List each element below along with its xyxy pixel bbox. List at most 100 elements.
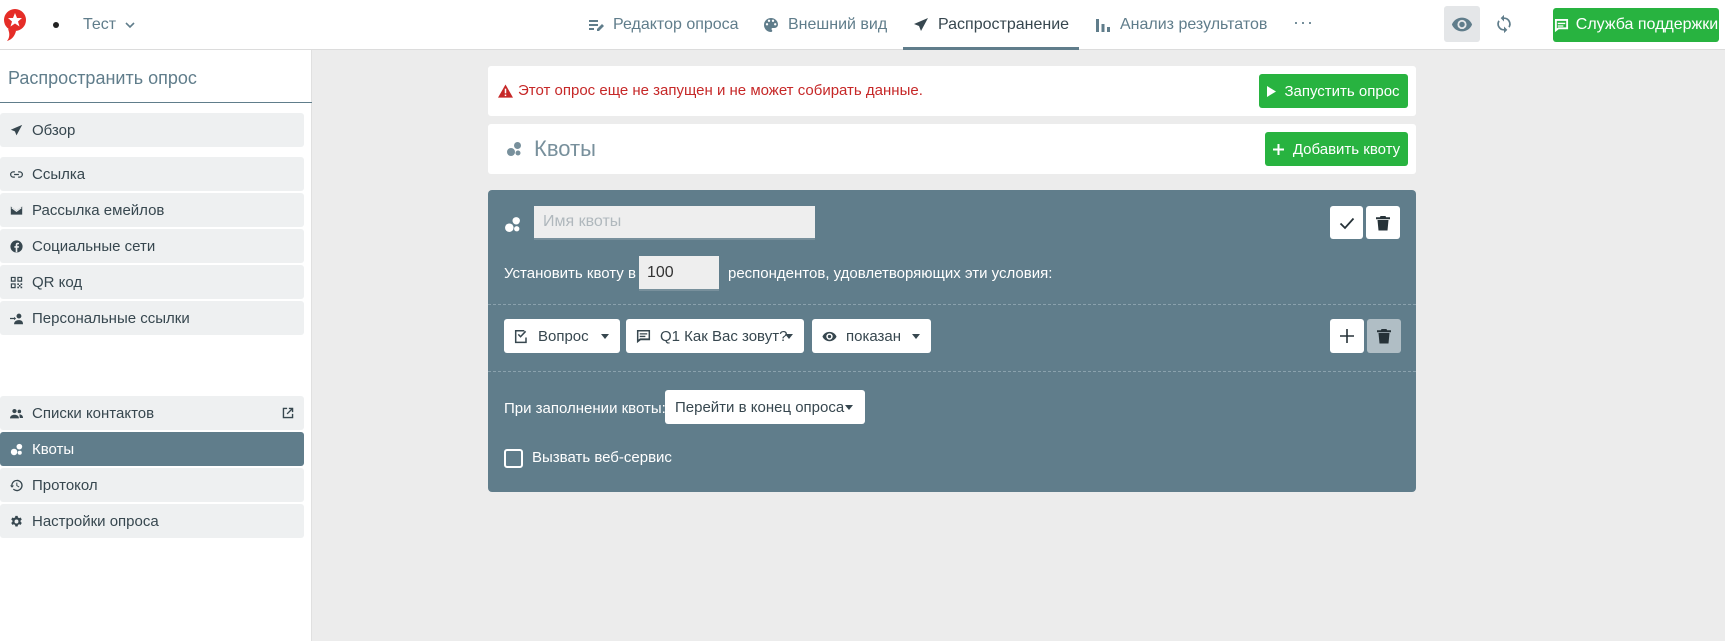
alert-text: Этот опрос еще не запущен и не может соб… (518, 82, 923, 99)
preview-button[interactable] (1444, 6, 1480, 42)
sidebar-item-label: Квоты (32, 440, 75, 458)
project-selector[interactable]: Тест (83, 15, 136, 35)
more-menu-button[interactable]: ··· (1293, 12, 1314, 33)
page-title: Квоты (534, 136, 596, 161)
envelope-icon (10, 205, 23, 215)
plus-icon (1272, 143, 1284, 155)
on-fill-action-label: Перейти в конец опроса (675, 398, 845, 416)
chat-icon (1554, 18, 1568, 32)
condition-state-label: показан (846, 327, 902, 345)
condition-type-select[interactable]: Вопрос (504, 319, 620, 353)
project-name: Тест (83, 16, 117, 33)
set-quota-label: Установить квоту в (504, 265, 636, 282)
caret-down-icon (845, 405, 853, 410)
eye-icon (822, 331, 837, 341)
sidebar-item-label: Персональные ссылки (32, 309, 190, 327)
bar-chart-icon (1096, 19, 1110, 32)
question-checklist-icon (514, 329, 527, 343)
on-fill-action-select[interactable]: Перейти в конец опроса (665, 390, 865, 424)
top-bar: Тест Редактор опроса Внешний вид Распрос… (0, 0, 1725, 50)
warning-icon (498, 84, 513, 98)
not-launched-alert: Этот опрос еще не запущен и не может соб… (488, 66, 1416, 116)
gear-icon (11, 515, 22, 527)
sidebar-item-email[interactable]: Рассылка емейлов (0, 193, 304, 227)
comment-icon (636, 329, 651, 343)
app-logo[interactable] (2, 8, 28, 42)
section-divider (488, 371, 1416, 372)
sidebar-item-personal-links[interactable]: Персональные ссылки (0, 301, 304, 335)
condition-question-label: Q1 Как Вас зовут? (660, 327, 788, 345)
trash-icon (1377, 329, 1391, 344)
sidebar-item-label: QR код (32, 273, 83, 291)
nav-label: Анализ результатов (1120, 16, 1268, 33)
sidebar-item-label: Обзор (32, 121, 76, 139)
external-link-icon[interactable] (281, 406, 295, 420)
add-condition-button[interactable] (1330, 319, 1364, 353)
paper-plane-icon (914, 18, 928, 31)
quota-count-input[interactable] (639, 256, 719, 291)
quota-icon (505, 217, 520, 232)
support-button[interactable]: Служба поддержки (1553, 8, 1719, 42)
nav-analysis[interactable]: Анализ результатов (1095, 0, 1267, 50)
paper-plane-icon (10, 124, 23, 135)
quota-icon (507, 142, 521, 156)
support-label: Служба поддержки (1575, 16, 1719, 33)
sidebar-item-quotas[interactable]: Квоты (0, 432, 304, 466)
chevron-down-icon (125, 22, 135, 29)
nav-appearance[interactable]: Внешний вид (763, 0, 887, 50)
sidebar-item-label: Настройки опроса (32, 512, 159, 530)
sidebar: Распространить опрос Обзор Ссылка Рассыл… (0, 50, 312, 641)
refresh-icon (1497, 14, 1511, 34)
sidebar-item-label: Списки контактов (32, 404, 155, 422)
on-fill-label: При заполнении квоты: (504, 400, 666, 417)
quota-card: Установить квоту в респондентов, удовлет… (488, 190, 1416, 492)
start-survey-button[interactable]: Запустить опрос (1259, 74, 1408, 108)
sidebar-item-overview[interactable]: Обзор (0, 113, 304, 147)
sidebar-item-qr[interactable]: QR код (0, 265, 304, 299)
link-icon (10, 170, 23, 178)
sidebar-title: Распространить опрос (8, 68, 197, 88)
sidebar-item-contact-lists[interactable]: Списки контактов (0, 396, 304, 430)
add-quota-label: Добавить квоту (1292, 140, 1401, 158)
nav-label: Внешний вид (788, 16, 888, 33)
condition-question-select[interactable]: Q1 Как Вас зовут? (626, 319, 804, 353)
nav-label: Распространение (938, 16, 1070, 33)
refresh-button[interactable] (1486, 6, 1522, 42)
check-icon (1339, 217, 1354, 229)
section-divider (488, 304, 1416, 305)
nav-distribution[interactable]: Распространение (902, 0, 1080, 50)
quota-name-input[interactable] (534, 206, 815, 240)
add-quota-button[interactable]: Добавить квоту (1265, 132, 1408, 166)
plus-icon (1340, 329, 1354, 343)
person-link-icon (10, 313, 23, 324)
sidebar-item-label: Протокол (32, 476, 98, 494)
contacts-icon (10, 408, 23, 418)
confirm-quota-button[interactable] (1330, 206, 1363, 239)
sidebar-item-label: Ссылка (32, 165, 86, 183)
quota-icon (10, 443, 23, 455)
webservice-checkbox[interactable] (504, 449, 523, 468)
project-dot (53, 22, 59, 28)
sidebar-title-divider (0, 102, 312, 103)
nav-label: Редактор опроса (613, 16, 739, 33)
sidebar-item-label: Рассылка емейлов (32, 201, 165, 219)
delete-condition-button[interactable] (1367, 319, 1401, 353)
edit-list-icon (589, 20, 604, 31)
sidebar-item-link[interactable]: Ссылка (0, 157, 304, 191)
sidebar-item-protocol[interactable]: Протокол (0, 468, 304, 502)
facebook-icon (10, 239, 23, 253)
play-icon (1267, 85, 1277, 97)
caret-down-icon (912, 334, 920, 339)
sidebar-item-settings[interactable]: Настройки опроса (0, 504, 304, 538)
start-survey-label: Запустить опрос (1284, 82, 1400, 100)
sidebar-item-label: Социальные сети (32, 237, 156, 255)
condition-state-select[interactable]: показан (812, 319, 931, 353)
trash-icon (1376, 215, 1390, 230)
caret-down-icon (785, 334, 793, 339)
nav-survey-editor[interactable]: Редактор опроса (588, 0, 739, 50)
sidebar-item-social[interactable]: Социальные сети (0, 229, 304, 263)
delete-quota-button[interactable] (1366, 206, 1400, 239)
webservice-label[interactable]: Вызвать веб-сервис (532, 449, 672, 466)
condition-type-label: Вопрос (538, 327, 589, 345)
palette-icon (764, 18, 778, 32)
